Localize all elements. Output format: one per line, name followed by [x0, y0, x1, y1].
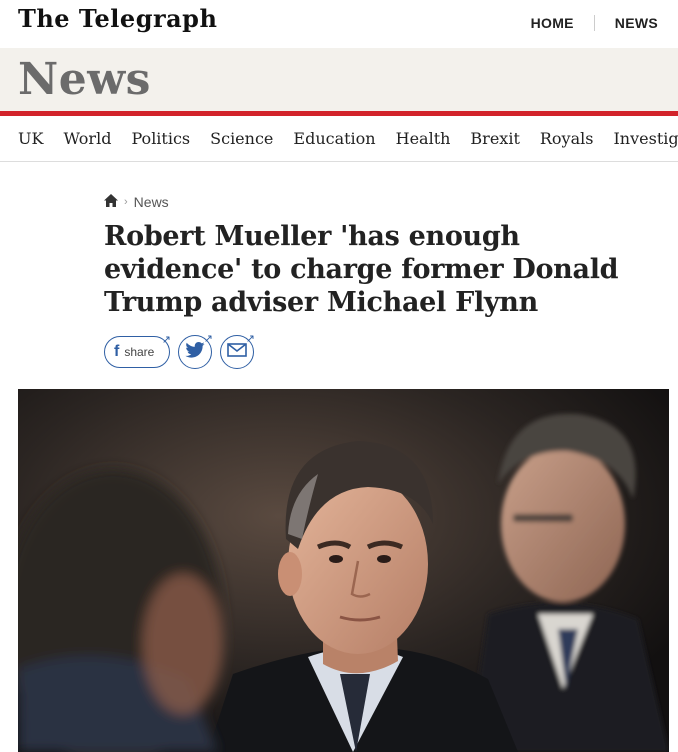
external-link-icon: ↗: [245, 333, 255, 345]
telegraph-logo[interactable]: The Telegraph: [18, 4, 217, 33]
section-nav-item-politics[interactable]: Politics: [131, 129, 190, 148]
chevron-right-icon: ›: [124, 196, 128, 208]
hero-photo: [18, 389, 669, 752]
section-nav-item-education[interactable]: Education: [293, 129, 375, 148]
facebook-icon: f: [114, 343, 120, 360]
section-nav-item-science[interactable]: Science: [210, 129, 273, 148]
news-link[interactable]: NEWS: [615, 15, 658, 31]
top-nav: HOME NEWS: [531, 15, 658, 31]
facebook-share-label: share: [124, 345, 155, 359]
twitter-icon: [185, 341, 205, 363]
hero-photo-illustration: [18, 389, 669, 752]
home-icon[interactable]: [104, 194, 118, 210]
section-nav-item-brexit[interactable]: Brexit: [470, 129, 519, 148]
twitter-share-button[interactable]: ↗: [178, 333, 213, 369]
share-bar: f share ↗ ↗ ↗: [104, 333, 262, 369]
envelope-icon: [227, 342, 247, 362]
section-nav-item-uk[interactable]: UK: [18, 129, 43, 148]
breadcrumb-current[interactable]: News: [134, 194, 169, 210]
article-headline: Robert Mueller 'has enough evidence' to …: [104, 221, 619, 318]
section-nav-item-investigations[interactable]: Investiga: [613, 129, 678, 148]
external-link-icon: ↗: [161, 334, 171, 346]
external-link-icon: ↗: [203, 333, 213, 345]
section-nav-item-health[interactable]: Health: [396, 129, 451, 148]
section-nav-item-royals[interactable]: Royals: [540, 129, 594, 148]
section-banner: News: [0, 48, 678, 111]
section-nav: UK World Politics Science Education Heal…: [0, 116, 678, 162]
email-share-button[interactable]: ↗: [220, 333, 255, 369]
top-bar: The Telegraph HOME NEWS: [0, 0, 678, 48]
section-title[interactable]: News: [18, 54, 151, 105]
section-nav-item-world[interactable]: World: [63, 129, 111, 148]
facebook-share-button[interactable]: f share ↗: [104, 334, 171, 368]
breadcrumb: › News: [104, 194, 169, 210]
nav-divider: [593, 15, 595, 31]
home-link[interactable]: HOME: [531, 15, 574, 31]
